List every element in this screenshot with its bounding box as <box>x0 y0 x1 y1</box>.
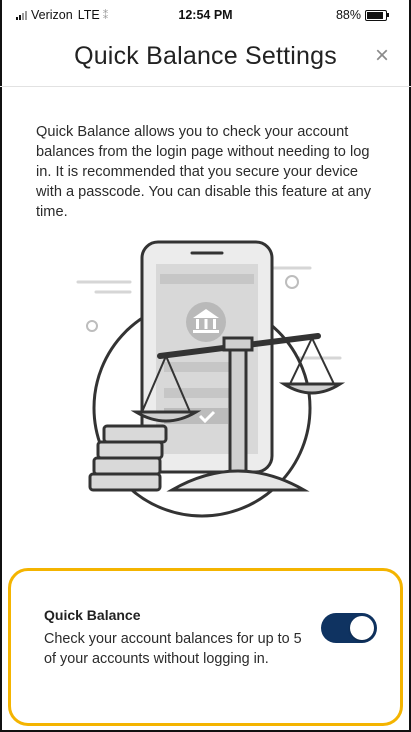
page-title: Quick Balance Settings <box>74 42 337 70</box>
battery-icon <box>365 9 389 21</box>
quick-balance-title: Quick Balance <box>44 607 141 623</box>
quick-balance-card: Quick Balance Check your account balance… <box>8 568 403 726</box>
bank-balance-illustration <box>76 240 346 518</box>
quick-balance-toggle[interactable] <box>321 613 377 643</box>
close-icon[interactable]: × <box>375 44 389 68</box>
quick-balance-description: Check your account balances for up to 5 … <box>44 631 302 667</box>
header: Quick Balance Settings × <box>0 40 411 80</box>
toggle-knob[interactable] <box>350 616 374 640</box>
battery-percent: 88% <box>335 8 361 22</box>
status-right: 88% <box>335 8 389 22</box>
status-bar: Verizon LTE ⁑ 12:54 PM 88% <box>6 6 405 26</box>
header-divider <box>0 86 411 87</box>
intro-text: Quick Balance allows you to check your a… <box>36 124 372 220</box>
